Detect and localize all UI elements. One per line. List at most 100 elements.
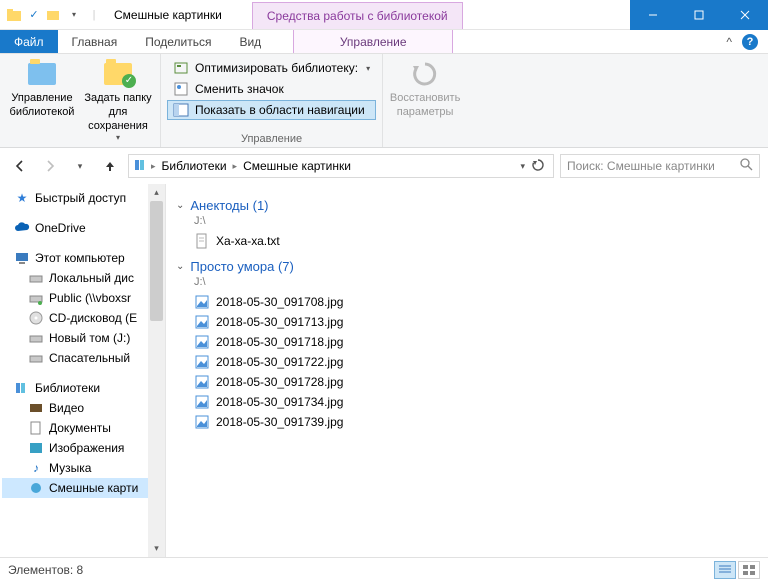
file-item[interactable]: 2018-05-30_091734.jpg (176, 392, 758, 412)
library-icon (26, 58, 58, 90)
star-icon: ★ (14, 190, 30, 206)
ribbon-group-manage: Оптимизировать библиотеку: ▾ Сменить зна… (161, 54, 383, 147)
ribbon-group-restore: Восстановить параметры (383, 54, 467, 147)
breadcrumb-current[interactable]: Смешные картинки (239, 159, 355, 173)
scroll-up-icon[interactable]: ▴ (148, 184, 165, 201)
file-item[interactable]: 2018-05-30_091722.jpg (176, 352, 758, 372)
tree-quick-access[interactable]: ★ Быстрый доступ (2, 188, 165, 208)
collapse-ribbon-icon[interactable]: ^ (726, 35, 732, 49)
tree-label: Локальный дис (49, 271, 134, 285)
change-icon-button[interactable]: Сменить значок (167, 79, 376, 99)
manage-library-button[interactable]: Управление библиотекой (6, 56, 78, 122)
file-item[interactable]: Ха-ха-ха.txt (176, 231, 758, 251)
tree-label: Смешные карти (49, 481, 138, 495)
breadcrumb-libraries[interactable]: Библиотеки (158, 159, 231, 173)
group-header[interactable]: ⌄ Анектоды (1) (176, 198, 758, 213)
group-count: (1) (253, 198, 269, 213)
file-list[interactable]: ⌄ Анектоды (1) J:\ Ха-ха-ха.txt ⌄ Просто ум… (166, 184, 768, 557)
music-icon: ♪ (28, 460, 44, 476)
tree-public[interactable]: Public (\\vboxsr (2, 288, 165, 308)
forward-button[interactable] (38, 154, 62, 178)
qat-dropdown-icon[interactable]: ▾ (66, 7, 82, 23)
chevron-down-icon: ▾ (366, 64, 370, 73)
library-root-icon (133, 157, 149, 176)
file-item[interactable]: 2018-05-30_091718.jpg (176, 332, 758, 352)
tab-file[interactable]: Файл (0, 30, 58, 53)
optimize-icon (173, 60, 189, 76)
set-save-folder-label: Задать папку для сохранения (84, 92, 152, 133)
scroll-thumb[interactable] (150, 201, 163, 321)
folder-check-icon: ✓ (102, 58, 134, 90)
tree-new-vol[interactable]: Новый том (J:) (2, 328, 165, 348)
breadcrumb-current-label: Смешные картинки (243, 159, 351, 173)
optimize-label: Оптимизировать библиотеку: (195, 61, 358, 75)
tree-label: Документы (49, 421, 111, 435)
maximize-button[interactable] (676, 0, 722, 30)
file-name: 2018-05-30_091718.jpg (216, 335, 343, 349)
image-file-icon (194, 334, 210, 350)
tree-music[interactable]: ♪ Музыка (2, 458, 165, 478)
file-item[interactable]: 2018-05-30_091713.jpg (176, 312, 758, 332)
help-icon[interactable]: ? (742, 34, 758, 50)
library-item-icon (28, 480, 44, 496)
tree-onedrive[interactable]: OneDrive (2, 218, 165, 238)
tree-recovery[interactable]: Спасательный (2, 348, 165, 368)
view-thumbnails-button[interactable] (738, 561, 760, 579)
qat-properties-icon[interactable]: ✓ (26, 7, 42, 23)
optimize-library-button[interactable]: Оптимизировать библиотеку: ▾ (167, 58, 376, 78)
minimize-button[interactable] (630, 0, 676, 30)
breadcrumb-dropdown-icon[interactable]: ▾ (520, 161, 525, 172)
close-button[interactable] (722, 0, 768, 30)
tree-cd[interactable]: CD-дисковод (E (2, 308, 165, 328)
file-item[interactable]: 2018-05-30_091728.jpg (176, 372, 758, 392)
status-items-label: Элементов: (8, 563, 73, 577)
show-in-nav-button[interactable]: Показать в области навигации (167, 100, 376, 120)
chevron-down-icon: ⌄ (176, 261, 184, 272)
tab-manage[interactable]: Управление (293, 30, 453, 53)
qat-newfolder-icon[interactable] (46, 7, 62, 23)
group-path: J:\ (194, 276, 758, 288)
tree-local-disk[interactable]: Локальный дис (2, 268, 165, 288)
search-input[interactable]: Поиск: Смешные картинки (560, 154, 760, 178)
chevron-right-icon[interactable]: ▸ (151, 161, 156, 172)
up-button[interactable] (98, 154, 122, 178)
view-details-button[interactable] (714, 561, 736, 579)
breadcrumb[interactable]: ▸ Библиотеки ▸ Смешные картинки ▾ (128, 154, 554, 178)
network-drive-icon (28, 290, 44, 306)
recent-locations-button[interactable]: ▾ (68, 154, 92, 178)
ribbon-group-label-2: Управление (167, 131, 376, 147)
tree-label: OneDrive (35, 221, 86, 235)
documents-icon (28, 420, 44, 436)
ribbon-tabs: Файл Главная Поделиться Вид Управление ^… (0, 30, 768, 54)
breadcrumb-root-label: Библиотеки (162, 159, 227, 173)
tree-videos[interactable]: Видео (2, 398, 165, 418)
tree-documents[interactable]: Документы (2, 418, 165, 438)
file-name: 2018-05-30_091722.jpg (216, 355, 343, 369)
refresh-icon[interactable] (531, 158, 545, 175)
tab-share[interactable]: Поделиться (131, 30, 225, 53)
file-name: Ха-ха-ха.txt (216, 234, 280, 248)
file-item[interactable]: 2018-05-30_091708.jpg (176, 292, 758, 312)
tree-pictures[interactable]: Изображения (2, 438, 165, 458)
tree-libraries[interactable]: Библиотеки (2, 378, 165, 398)
change-icon-icon (173, 81, 189, 97)
tree-label: Этот компьютер (35, 251, 125, 265)
back-button[interactable] (8, 154, 32, 178)
libraries-icon (14, 380, 30, 396)
main-area: ★ Быстрый доступ OneDrive Этот компьютер… (0, 184, 768, 557)
group-count: (7) (278, 259, 294, 274)
image-file-icon (194, 294, 210, 310)
file-item[interactable]: 2018-05-30_091739.jpg (176, 412, 758, 432)
scroll-down-icon[interactable]: ▾ (148, 540, 165, 557)
chevron-right-icon[interactable]: ▸ (233, 161, 238, 172)
tab-home[interactable]: Главная (58, 30, 132, 53)
file-name: 2018-05-30_091734.jpg (216, 395, 343, 409)
drive-icon (28, 270, 44, 286)
tree-this-pc[interactable]: Этот компьютер (2, 248, 165, 268)
tab-view[interactable]: Вид (225, 30, 275, 53)
tree-funny-pictures[interactable]: Смешные карти (2, 478, 165, 498)
status-bar: Элементов: 8 (0, 557, 768, 581)
set-save-folder-button[interactable]: ✓ Задать папку для сохранения ▾ (82, 56, 154, 145)
group-header[interactable]: ⌄ Просто умора (7) (176, 259, 758, 274)
navpane-scrollbar[interactable]: ▴ ▾ (148, 184, 165, 557)
